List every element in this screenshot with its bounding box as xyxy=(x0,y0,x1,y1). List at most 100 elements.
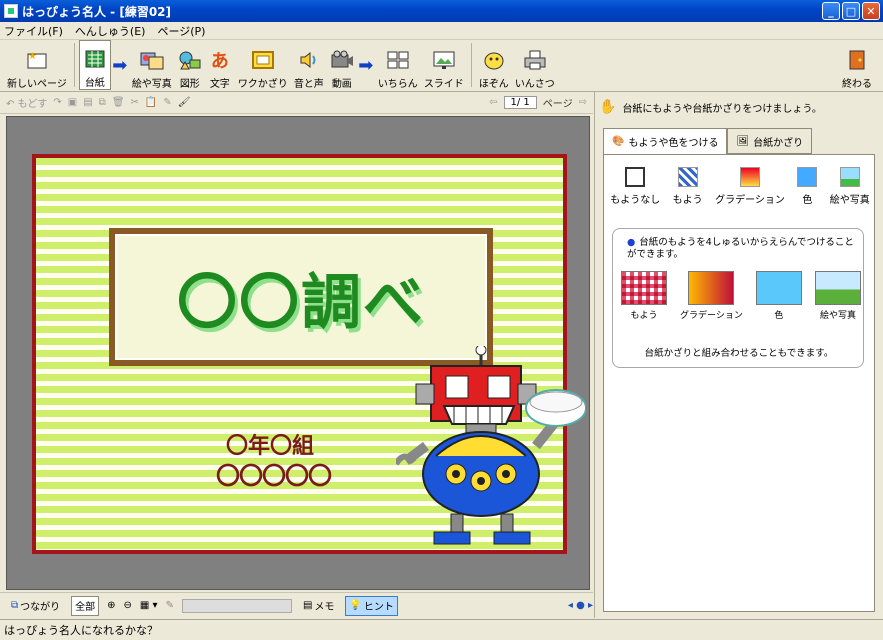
app-icon xyxy=(4,4,18,18)
grid-icon xyxy=(386,49,410,71)
panel-instruction: 台紙にもようや台紙かざりをつけましょう。 xyxy=(622,103,822,115)
option-row: もようなし もよう グラデーション 色 絵や写真 xyxy=(604,167,876,206)
slide-title[interactable]: 〇〇調べ xyxy=(115,234,487,360)
menu-file[interactable]: ファイル(F) xyxy=(4,23,63,39)
mount-icon xyxy=(83,48,107,70)
undo-button[interactable]: ↶ もどす xyxy=(6,95,47,110)
arrow-icon: ➡ xyxy=(358,55,374,76)
option-color[interactable]: 色 xyxy=(797,167,818,206)
cut-icon[interactable]: ✂ xyxy=(131,97,139,108)
arrow-icon: ➡ xyxy=(112,55,128,76)
text-icon: あ xyxy=(210,51,229,72)
new-page-button[interactable]: ★ 新しいページ xyxy=(4,40,70,90)
edit-icon[interactable]: ✎ xyxy=(166,600,174,611)
tab-mount-decoration[interactable]: 🖼 台紙かざり xyxy=(727,128,813,154)
option-gradation[interactable]: グラデーション xyxy=(715,167,785,206)
video-icon xyxy=(330,49,354,71)
palette-icon: 🎨 xyxy=(612,136,625,147)
save-button[interactable]: ほぞん xyxy=(476,40,512,90)
pen-icon[interactable]: ✎ xyxy=(163,97,171,108)
option-pattern[interactable]: もよう xyxy=(673,167,703,206)
memo-icon: ▤ xyxy=(302,600,313,611)
status-text: はっぴょう名人になれるかな？ xyxy=(4,624,158,637)
menu-page[interactable]: ページ(P) xyxy=(157,23,205,39)
tab-pattern-color[interactable]: 🎨 もようや色をつける xyxy=(603,128,728,154)
info-box: ● 台紙のもようを4しゅるいからえらんでつけることができます。 もよう グラデーシ… xyxy=(612,228,864,368)
info-footer: 台紙かざりと組み合わせることもできます。 xyxy=(644,348,834,359)
delete-icon[interactable]: 🗑 xyxy=(112,97,125,108)
copy-icon[interactable]: ⧉ xyxy=(99,97,106,108)
prev-page-arrow[interactable]: ⇦ xyxy=(489,97,497,108)
video-button[interactable]: 動画 xyxy=(327,40,357,90)
new-page-icon: ★ xyxy=(25,49,49,71)
sound-icon xyxy=(297,49,321,71)
close-button[interactable]: ✕ xyxy=(862,2,880,20)
title-bar: はっぴょう名人 - [練習02] _ □ ✕ xyxy=(0,0,883,22)
edit-toolbar: ↶ もどす ↷ ▣ ▤ ⧉ 🗑 ✂ 📋 ✎ 🖌 ⇦ 1/ 1 ページ ⇨ xyxy=(0,92,593,114)
shape-icon xyxy=(178,49,202,71)
link-icon: ⧉ xyxy=(11,600,19,611)
zoom-out-icon[interactable]: ⊖ xyxy=(124,600,132,611)
printer-icon xyxy=(523,49,547,71)
minimize-button[interactable]: _ xyxy=(822,2,840,20)
window-title: はっぴょう名人 - [練習02] xyxy=(22,4,172,19)
slideshow-icon xyxy=(432,49,456,71)
swatch-gradation: グラデーション xyxy=(680,271,743,321)
option-picture[interactable]: 絵や写真 xyxy=(830,167,870,206)
paint-icon[interactable]: 🖌 xyxy=(178,97,191,108)
option-no-pattern[interactable]: もようなし xyxy=(610,167,660,206)
blank-icon xyxy=(625,167,646,187)
exit-button[interactable]: 終わる xyxy=(839,40,875,90)
mount-button[interactable]: 台紙 xyxy=(78,40,111,90)
panel-header: ✋ 台紙にもようや台紙かざりをつけましょう。 xyxy=(595,92,883,122)
canvas-bottom-bar: ⧉ つながり 全部 ⊕ ⊖ ▦ ▾ ✎ ▤ メモ 💡 ヒント ◂ ● ▸ xyxy=(0,592,593,618)
zoom-in-icon[interactable]: ⊕ xyxy=(107,600,115,611)
bring-front-icon[interactable]: ▣ xyxy=(68,97,77,108)
send-back-icon[interactable]: ▤ xyxy=(83,97,92,108)
info-description: ● 台紙のもようを4しゅるいからえらんでつけることができます。 xyxy=(627,237,854,260)
hint-button[interactable]: 💡 ヒント xyxy=(345,595,398,616)
slide[interactable]: 〇〇調べ 〇年〇組 〇〇〇〇〇 xyxy=(32,154,586,554)
picture-icon xyxy=(140,49,164,71)
swatch-row: もよう グラデーション 色 絵や写真 xyxy=(621,271,861,321)
paste-icon[interactable]: 📋 xyxy=(145,97,157,108)
frame-decoration-button[interactable]: ワクかざり xyxy=(235,40,291,90)
hand-icon: ✋ xyxy=(599,99,617,115)
frame-icon xyxy=(251,49,275,71)
robot-illustration[interactable] xyxy=(396,346,586,556)
zoom-all-button[interactable]: 全部 xyxy=(71,595,100,616)
slideshow-button[interactable]: スライド xyxy=(421,40,467,90)
sound-button[interactable]: 音と声 xyxy=(291,40,327,90)
name-text[interactable]: 〇〇〇〇〇 xyxy=(216,456,332,491)
memo-button[interactable]: ▤ メモ xyxy=(300,596,337,616)
maximize-button[interactable]: □ xyxy=(842,2,860,20)
swatch-picture: 絵や写真 xyxy=(814,271,861,321)
next-page-arrow[interactable]: ⇨ xyxy=(579,97,587,108)
menu-edit[interactable]: へんしゅう(E) xyxy=(75,23,146,39)
svg-text:★: ★ xyxy=(28,51,37,62)
page-label: ページ xyxy=(542,99,573,110)
panel-body: もようなし もよう グラデーション 色 絵や写真 ● 台紙のもようを4しゅるいから… xyxy=(603,154,875,612)
nav-arrows-icon[interactable]: ◂ ● ▸ xyxy=(568,600,593,611)
text-button[interactable]: あ 文字 xyxy=(205,40,235,90)
bulb-icon: 💡 xyxy=(349,600,362,611)
save-icon xyxy=(482,49,506,71)
page-indicator: 1/ 1 xyxy=(503,96,537,109)
swatch-color: 色 xyxy=(755,271,802,321)
decoration-icon: 🖼 xyxy=(736,135,750,147)
input-field[interactable] xyxy=(181,598,292,613)
menu-bar: ファイル(F) へんしゅう(E) ページ(P) xyxy=(0,22,883,40)
slide-canvas-area: 〇〇調べ 〇年〇組 〇〇〇〇〇 xyxy=(6,116,590,590)
link-button[interactable]: ⧉ つながり xyxy=(8,596,63,616)
grid-toggle-icon[interactable]: ▦ ▾ xyxy=(140,600,158,611)
main-toolbar: ★ 新しいページ 台紙 ➡ 絵や写真 図形 あ 文字 ワクかざり 音と声 動画 … xyxy=(0,40,883,92)
shape-button[interactable]: 図形 xyxy=(175,40,205,90)
print-button[interactable]: いんさつ xyxy=(512,40,558,90)
exit-door-icon xyxy=(845,49,869,71)
list-view-button[interactable]: いちらん xyxy=(375,40,421,90)
color-icon xyxy=(797,167,818,187)
redo-icon[interactable]: ↷ xyxy=(53,97,61,108)
panel-tabs: 🎨 もようや色をつける 🖼 台紙かざり xyxy=(603,128,813,154)
picture-button[interactable]: 絵や写真 xyxy=(129,40,175,90)
swatch-pattern: もよう xyxy=(621,271,667,321)
